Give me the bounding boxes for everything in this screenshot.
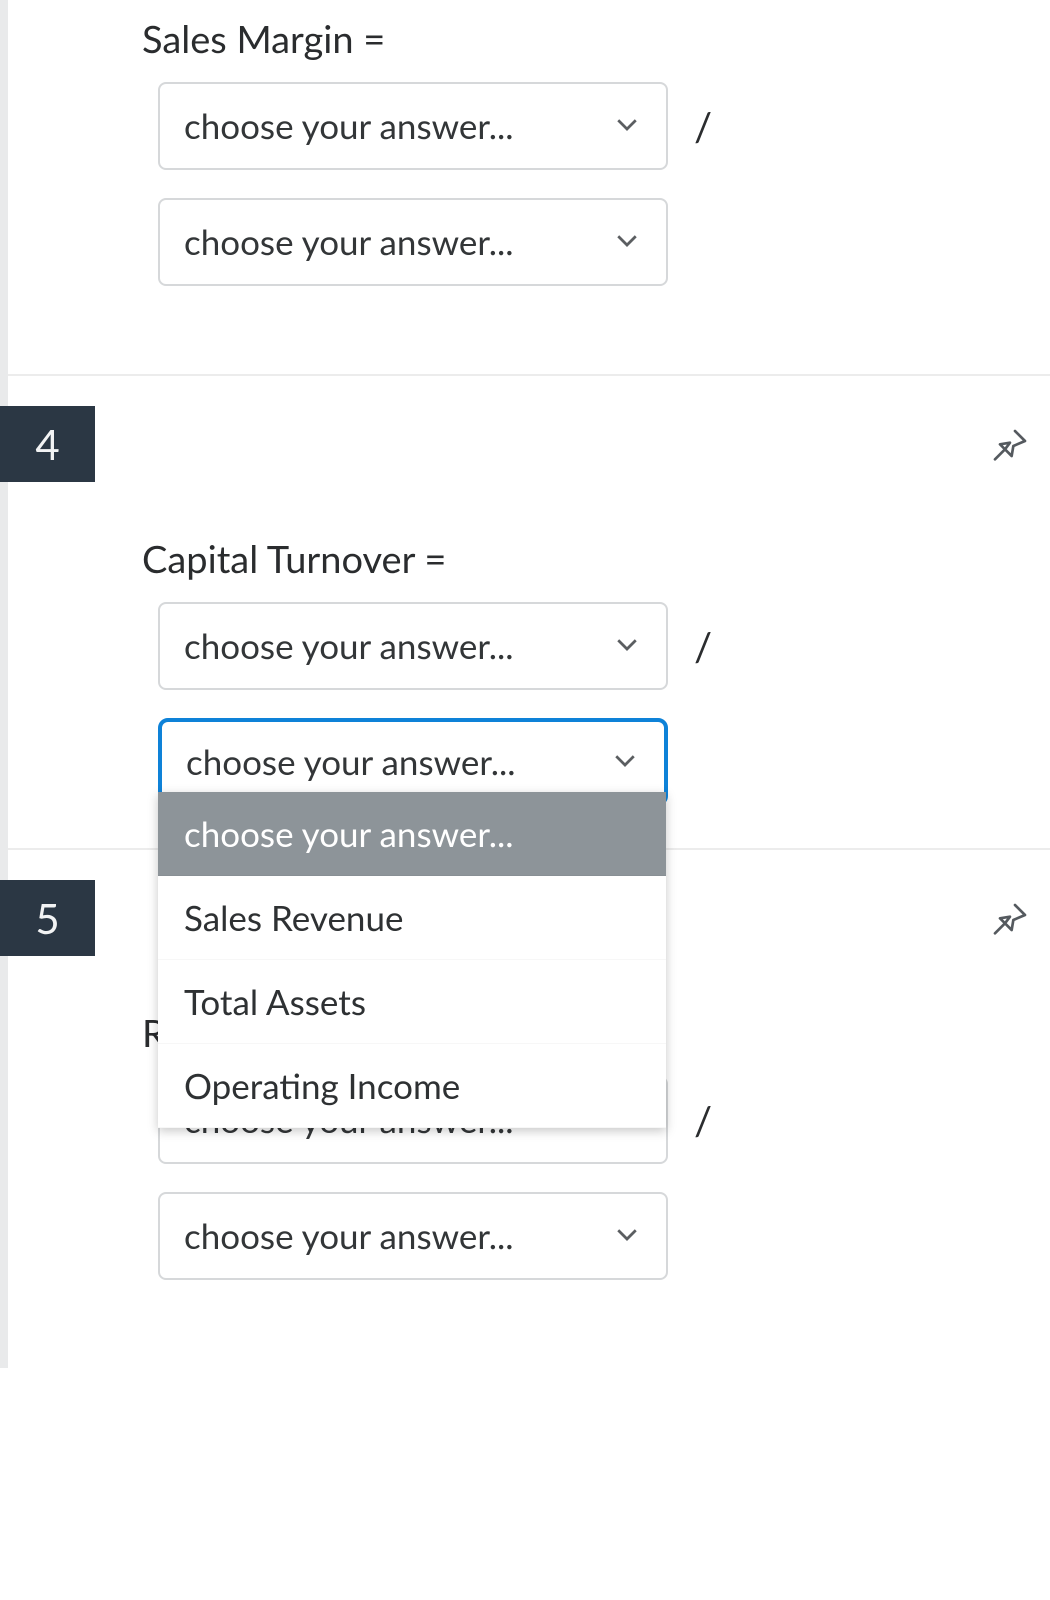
dropdown-option-total-assets[interactable]: Total Assets [158, 960, 666, 1044]
select-row: choose your answer... / [158, 602, 1050, 690]
question-block-capital-turnover: 4 Capital Turnover = choose your answer.… [8, 374, 1050, 854]
pin-icon [990, 451, 1030, 470]
chevron-down-icon [612, 625, 642, 667]
select-placeholder: choose your answer... [184, 1215, 513, 1257]
dropdown-option-operating-income[interactable]: Operating Income [158, 1044, 666, 1128]
dropdown-option-sales-revenue[interactable]: Sales Revenue [158, 876, 666, 960]
select-placeholder: choose your answer... [184, 625, 513, 667]
divider-slash: / [690, 622, 712, 670]
chevron-down-icon [612, 105, 642, 147]
divider-slash: / [690, 102, 712, 150]
answer-select-numerator[interactable]: choose your answer... [158, 82, 668, 170]
answer-select-denominator[interactable]: choose your answer... [158, 1192, 668, 1280]
select-placeholder: choose your answer... [184, 221, 513, 263]
pin-icon [990, 925, 1030, 944]
question-title: Sales Margin = [142, 16, 1050, 62]
chevron-down-icon [610, 741, 640, 783]
select-row: choose your answer... [158, 1192, 1050, 1280]
select-placeholder: choose your answer... [184, 105, 513, 147]
select-placeholder: choose your answer... [186, 741, 515, 783]
question-block-sales-margin: Sales Margin = choose your answer... / c… [8, 0, 1050, 374]
chevron-down-icon [612, 1215, 642, 1257]
pin-button[interactable] [990, 426, 1030, 470]
select-row: choose your answer... [158, 198, 1050, 286]
select-row: choose your answer... / [158, 82, 1050, 170]
pin-button[interactable] [990, 900, 1030, 944]
divider-slash: / [690, 1096, 712, 1144]
dropdown-option-placeholder[interactable]: choose your answer... [158, 792, 666, 876]
answer-select-denominator[interactable]: choose your answer... [158, 198, 668, 286]
quiz-page: Sales Margin = choose your answer... / c… [0, 0, 1050, 1368]
chevron-down-icon [612, 221, 642, 263]
question-number-badge: 5 [0, 880, 95, 956]
dropdown-panel: choose your answer... Sales Revenue Tota… [158, 792, 666, 1128]
question-title: Capital Turnover = [142, 536, 1050, 582]
answer-select-numerator[interactable]: choose your answer... [158, 602, 668, 690]
question-number-badge: 4 [0, 406, 95, 482]
